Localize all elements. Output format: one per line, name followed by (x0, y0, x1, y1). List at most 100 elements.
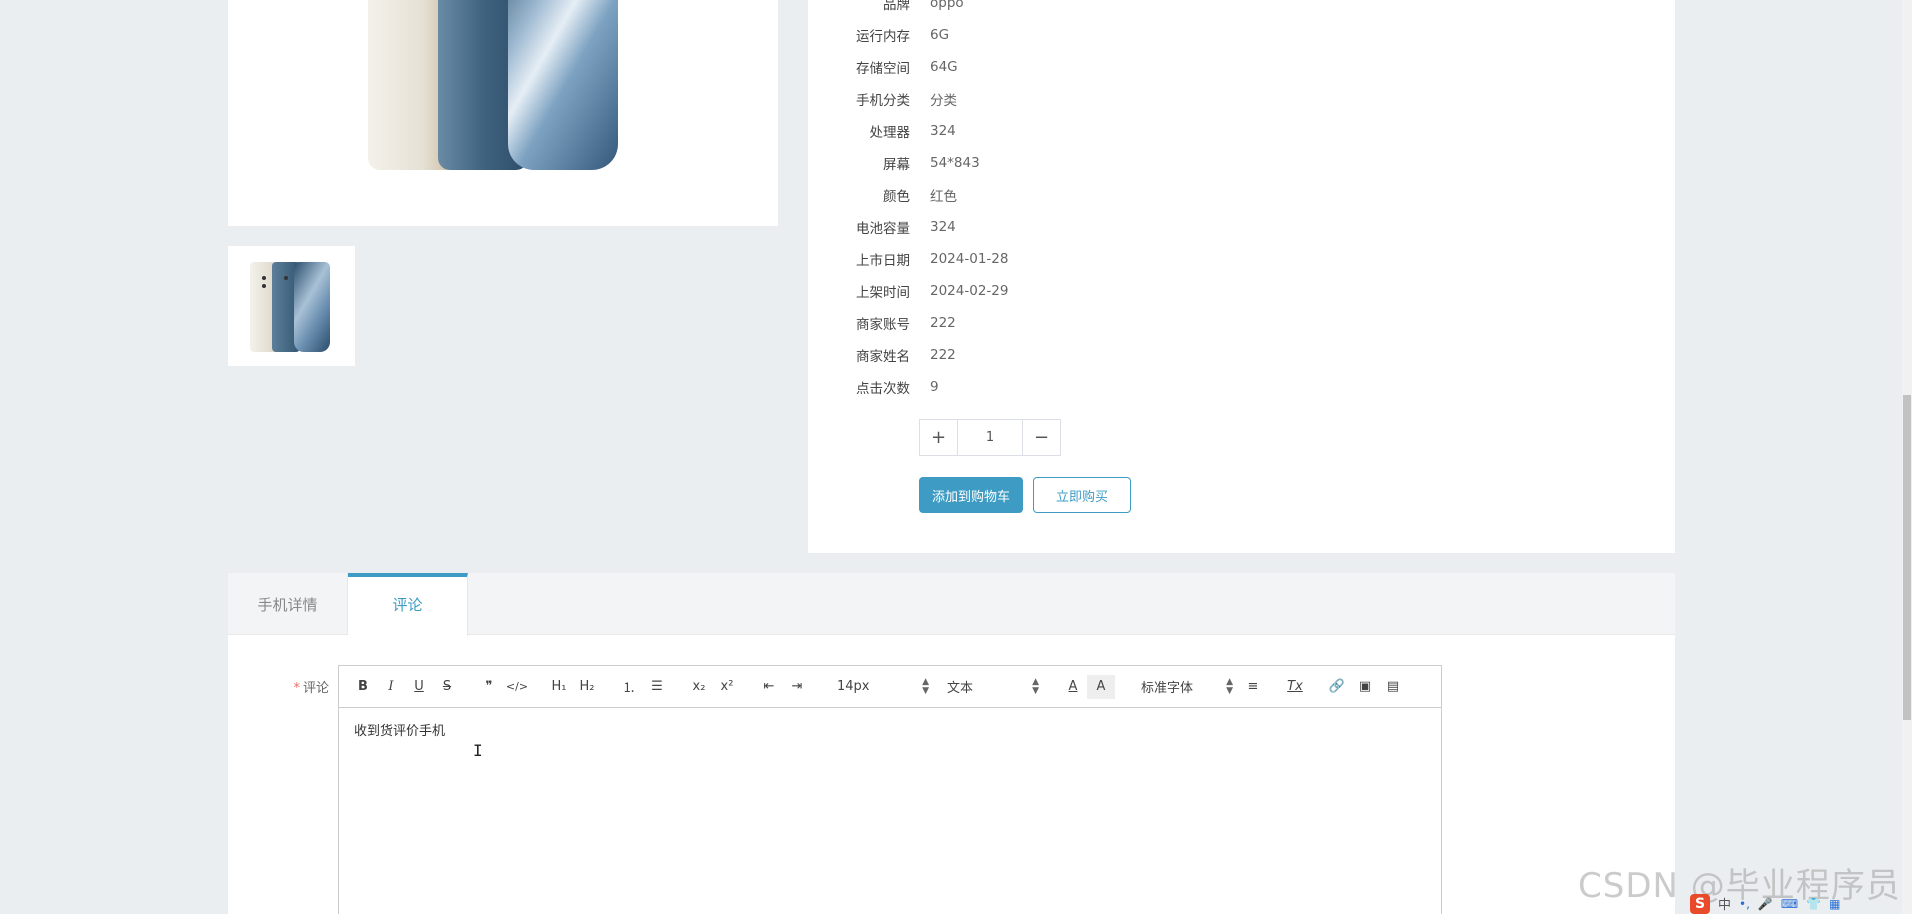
spec-value: 324 (930, 123, 956, 139)
spec-label: 上市日期 (856, 253, 910, 269)
product-thumbnail[interactable] (228, 246, 355, 366)
punctuation-icon[interactable]: •, (1739, 897, 1750, 911)
image-icon[interactable]: ▣ (1351, 675, 1379, 699)
subscript-button[interactable]: x₂ (685, 675, 713, 699)
font-color-icon[interactable]: A (1059, 675, 1087, 699)
spec-value: 9 (930, 379, 939, 395)
spec-label: 手机分类 (856, 93, 910, 109)
font-family-select[interactable]: 标准字体 ▲ ▼ (1129, 675, 1239, 699)
font-size-select[interactable]: 14px ▲ ▼ (825, 675, 935, 699)
spec-row-ram: 运行内存 6G (808, 19, 1208, 51)
spec-row-battery: 电池容量 324 (808, 211, 1208, 243)
tab-bar: 手机详情 评论 (228, 573, 1675, 636)
italic-button[interactable]: I (377, 675, 405, 699)
text-cursor-icon: I (473, 741, 483, 760)
spec-value: 6G (930, 27, 950, 43)
comment-text: 收到货评价手机 (354, 724, 446, 739)
select-arrows-icon: ▲ ▼ (922, 676, 929, 696)
outdent-icon[interactable]: ⇤ (755, 675, 783, 699)
camera-dot (262, 276, 266, 280)
spec-row-screen: 屏幕 54*843 (808, 147, 1208, 179)
spec-value: 324 (930, 219, 956, 235)
required-mark: * (293, 681, 300, 696)
spec-value: 2024-02-29 (930, 283, 1009, 299)
blockquote-icon[interactable]: ❞ (475, 675, 503, 699)
spec-label: 存储空间 (856, 61, 910, 77)
spec-label: 运行内存 (856, 29, 910, 45)
comment-label-text: 评论 (302, 681, 329, 696)
underline-button[interactable]: U (405, 675, 433, 699)
spec-label: 处理器 (869, 125, 911, 141)
spec-label: 屏幕 (883, 157, 910, 173)
spec-value: 红色 (930, 189, 957, 205)
spec-row-merchant-account: 商家账号 222 (808, 307, 1208, 339)
skin-icon[interactable]: 👕 (1806, 897, 1821, 911)
phone-image-front (508, 0, 618, 170)
rich-text-editor: B I U S ❞ </> H₁ H₂ ⒈ ☰ x₂ x² ⇤ ⇥ 14px ▲… (338, 665, 1442, 914)
select-arrows-icon: ▲ ▼ (1226, 676, 1233, 696)
spec-row-listing-time: 上架时间 2024-02-29 (808, 275, 1208, 307)
heading-1-button[interactable]: H₁ (545, 675, 573, 699)
editor-toolbar: B I U S ❞ </> H₁ H₂ ⒈ ☰ x₂ x² ⇤ ⇥ 14px ▲… (339, 666, 1441, 708)
tab-comments[interactable]: 评论 (348, 573, 468, 636)
align-icon[interactable]: ≡ (1239, 675, 1267, 699)
quantity-stepper: + 1 − (919, 419, 1061, 456)
spec-label: 电池容量 (856, 221, 910, 237)
toolbox-icon[interactable]: ▦ (1829, 897, 1840, 911)
background-color-icon[interactable]: A (1087, 674, 1115, 699)
bold-button[interactable]: B (349, 675, 377, 699)
code-icon[interactable]: </> (503, 675, 531, 699)
header-select[interactable]: 文本 ▲ ▼ (935, 675, 1045, 699)
product-info-panel: 品牌 oppo 运行内存 6G 存储空间 64G 手机分类 分类 处理器 324… (808, 0, 1675, 553)
font-family-value: 标准字体 (1141, 681, 1194, 696)
quantity-value[interactable]: 1 (958, 420, 1022, 455)
select-arrows-icon: ▲ ▼ (1032, 676, 1039, 696)
bullet-list-icon[interactable]: ☰ (643, 675, 671, 699)
spec-label: 品牌 (883, 0, 910, 13)
spec-label: 点击次数 (856, 381, 910, 397)
microphone-icon[interactable]: 🎤 (1758, 897, 1773, 911)
video-icon[interactable]: ▤ (1379, 675, 1407, 699)
spec-row-click-count: 点击次数 9 (808, 371, 1208, 403)
spec-value: 分类 (930, 93, 957, 109)
page-scrollbar[interactable] (1902, 0, 1912, 914)
camera-dot (284, 276, 288, 280)
editor-content[interactable]: 收到货评价手机 (339, 708, 1441, 751)
ime-language[interactable]: 中 (1718, 894, 1731, 913)
spec-value: 54*843 (930, 155, 980, 171)
ordered-list-icon[interactable]: ⒈ (615, 675, 643, 699)
quantity-plus-button[interactable]: + (920, 420, 958, 455)
superscript-button[interactable]: x² (713, 675, 741, 699)
buy-now-button[interactable]: 立即购买 (1033, 477, 1131, 513)
detail-tab-section: 手机详情 评论 * 评论 B I U S ❞ </> H₁ H₂ ⒈ ☰ x₂ x… (228, 573, 1675, 914)
quantity-minus-button[interactable]: − (1022, 420, 1060, 455)
spec-value: 64G (930, 59, 958, 75)
spec-label: 商家姓名 (856, 349, 910, 365)
comment-field-label: * 评论 (228, 677, 329, 696)
spec-value: 222 (930, 315, 956, 331)
ime-status-bar: S 中 •, 🎤 ⌨ 👕 ▦ (1690, 893, 1905, 914)
heading-2-button[interactable]: H₂ (573, 675, 601, 699)
spec-label: 商家账号 (856, 317, 910, 333)
spec-row-processor: 处理器 324 (808, 115, 1208, 147)
font-size-value: 14px (837, 679, 870, 694)
thumb-phone-front (294, 262, 330, 352)
spec-row-category: 手机分类 分类 (808, 83, 1208, 115)
scrollbar-thumb[interactable] (1903, 395, 1911, 720)
link-icon[interactable]: 🔗 (1323, 675, 1351, 699)
add-to-cart-button[interactable]: 添加到购物车 (919, 477, 1023, 513)
strike-button[interactable]: S (433, 675, 461, 699)
spec-value: 222 (930, 347, 956, 363)
clear-format-icon[interactable]: Tx (1281, 675, 1309, 699)
spec-label: 颜色 (883, 189, 910, 205)
indent-icon[interactable]: ⇥ (783, 675, 811, 699)
spec-label: 上架时间 (856, 285, 910, 301)
product-main-image (228, 0, 778, 226)
spec-value: oppo (930, 0, 964, 11)
header-value: 文本 (947, 681, 974, 696)
sogou-logo-icon[interactable]: S (1690, 893, 1710, 914)
spec-row-brand: 品牌 oppo (808, 0, 1208, 19)
spec-row-color: 颜色 红色 (808, 179, 1208, 211)
tab-phone-details[interactable]: 手机详情 (228, 573, 348, 635)
keyboard-icon[interactable]: ⌨ (1781, 897, 1798, 911)
